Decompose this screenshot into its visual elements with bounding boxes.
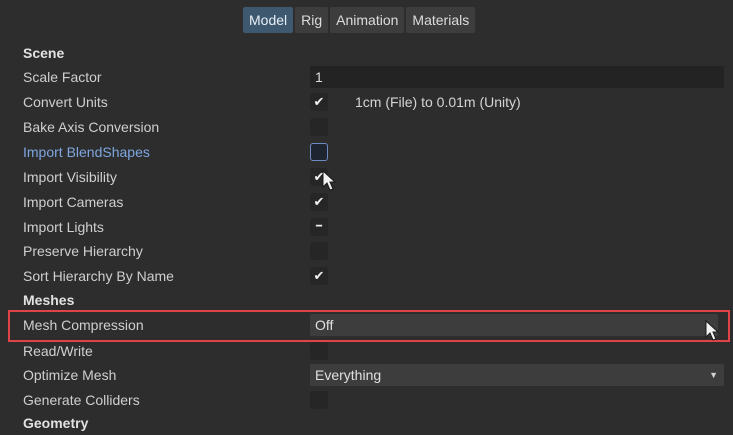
convert-units-label: Convert Units (23, 94, 108, 110)
generate-colliders-row: Generate Colliders (0, 388, 733, 412)
convert-units-checkbox[interactable]: ✔ (310, 93, 328, 111)
scale-factor-label: Scale Factor (23, 69, 102, 85)
optimize-mesh-row: Optimize Mesh Everything ▼ (0, 363, 733, 387)
mesh-compression-value: Off (315, 317, 334, 333)
import-cameras-checkbox[interactable]: ✔ (310, 193, 328, 211)
preserve-hierarchy-checkbox[interactable] (310, 242, 328, 260)
import-blendshapes-checkbox[interactable] (310, 143, 328, 161)
scene-heading: Scene (23, 45, 65, 61)
scale-factor-row: Scale Factor 1 (0, 65, 733, 89)
preserve-hierarchy-label: Preserve Hierarchy (23, 243, 143, 259)
import-blendshapes-row: Import BlendShapes (0, 140, 733, 164)
read-write-row: Read/Write (0, 339, 733, 363)
convert-units-row: Convert Units ✔ 1cm (File) to 0.01m (Uni… (0, 90, 733, 114)
read-write-label: Read/Write (23, 343, 93, 359)
mesh-compression-label: Mesh Compression (23, 317, 144, 333)
meshes-section: Meshes (0, 288, 733, 312)
optimize-mesh-label: Optimize Mesh (23, 367, 117, 383)
model-import-settings-panel: Model Rig Animation Materials Scene Scal… (0, 0, 733, 435)
mesh-compression-row: Mesh Compression Off (0, 313, 733, 337)
meshes-heading: Meshes (23, 292, 75, 308)
optimize-mesh-dropdown[interactable]: Everything ▼ (310, 364, 724, 386)
generate-colliders-checkbox[interactable] (310, 391, 328, 409)
mouse-cursor-icon (322, 170, 337, 191)
scene-section: Scene (0, 41, 733, 65)
bake-axis-conversion-checkbox[interactable] (310, 118, 328, 136)
mesh-compression-dropdown[interactable]: Off (310, 314, 718, 336)
read-write-checkbox[interactable] (310, 342, 328, 360)
bake-axis-conversion-row: Bake Axis Conversion (0, 115, 733, 139)
import-lights-checkbox[interactable]: ━ (310, 218, 328, 236)
sort-hierarchy-by-name-checkbox[interactable]: ✔ (310, 267, 328, 285)
preserve-hierarchy-row: Preserve Hierarchy (0, 239, 733, 263)
mouse-cursor-icon-2 (705, 320, 720, 341)
import-tabs: Model Rig Animation Materials (243, 7, 476, 33)
chevron-down-icon: ▼ (709, 370, 718, 380)
optimize-mesh-value: Everything (315, 367, 382, 383)
bake-axis-conversion-label: Bake Axis Conversion (23, 119, 160, 135)
convert-units-note: 1cm (File) to 0.01m (Unity) (355, 94, 521, 110)
import-lights-label: Import Lights (23, 219, 104, 235)
import-blendshapes-label: Import BlendShapes (23, 144, 150, 160)
import-visibility-row: Import Visibility ✔ (0, 165, 733, 189)
sort-hierarchy-by-name-row: Sort Hierarchy By Name ✔ (0, 264, 733, 288)
geometry-heading: Geometry (23, 415, 89, 431)
geometry-section: Geometry (0, 411, 733, 435)
tab-materials[interactable]: Materials (406, 7, 476, 33)
import-cameras-label: Import Cameras (23, 194, 124, 210)
sort-hierarchy-by-name-label: Sort Hierarchy By Name (23, 268, 174, 284)
import-visibility-label: Import Visibility (23, 169, 117, 185)
import-cameras-row: Import Cameras ✔ (0, 190, 733, 214)
tab-animation[interactable]: Animation (330, 7, 405, 33)
tab-model[interactable]: Model (243, 7, 294, 33)
import-lights-row: Import Lights ━ (0, 215, 733, 239)
scale-factor-input[interactable]: 1 (310, 66, 724, 88)
tab-rig[interactable]: Rig (295, 7, 329, 33)
generate-colliders-label: Generate Colliders (23, 392, 140, 408)
